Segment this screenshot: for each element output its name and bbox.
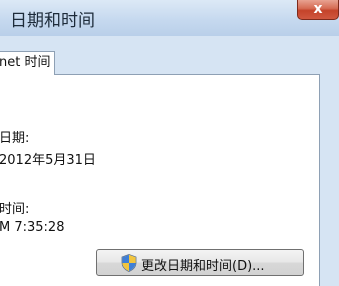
- time-label: 时间:: [0, 202, 30, 217]
- change-date-time-button[interactable]: 更改日期和时间(D)...: [96, 249, 304, 276]
- uac-shield-icon: [121, 254, 137, 272]
- date-value: 2012年5月31日: [0, 153, 96, 168]
- time-value: M 7:35:28: [0, 220, 65, 235]
- title-bar[interactable]: 日期和时间 x: [0, 0, 339, 36]
- change-date-time-label: 更改日期和时间(D)...: [141, 259, 265, 274]
- tab-internet-time[interactable]: net 时间: [0, 51, 55, 75]
- close-icon: x: [313, 1, 323, 17]
- date-label: 日期:: [0, 131, 30, 146]
- tab-label: net 时间: [0, 55, 51, 70]
- close-button[interactable]: x: [297, 0, 339, 20]
- window-title: 日期和时间: [10, 11, 95, 31]
- date-time-dialog: 日期和时间 x net 时间 日期: 2012年5月31日 时间: M 7:35…: [0, 0, 339, 286]
